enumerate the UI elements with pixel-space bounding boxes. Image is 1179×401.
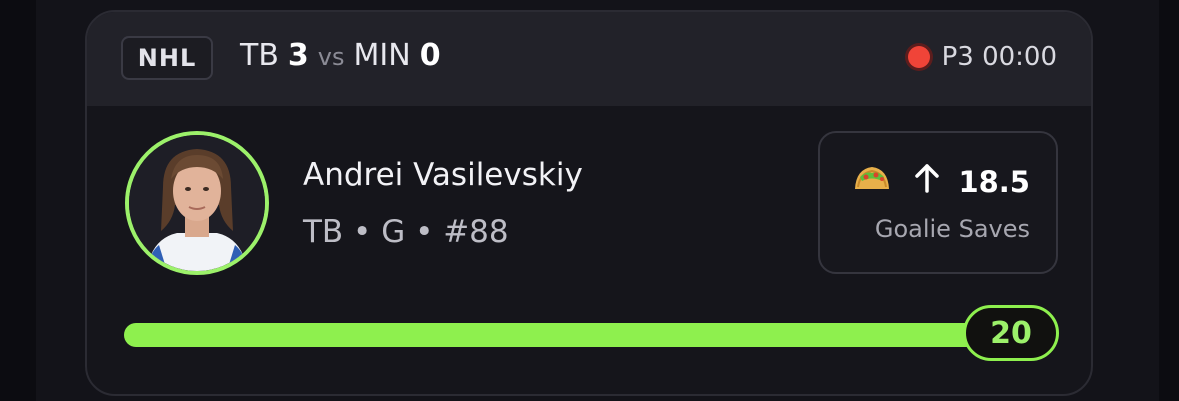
pick-line-row: 18.5 — [852, 163, 1030, 200]
player-meta: TB • G • #88 — [303, 214, 509, 250]
pick-line-value: 18.5 — [958, 164, 1030, 199]
away-score: 0 — [419, 38, 441, 73]
game-status: P3 00:00 — [907, 42, 1057, 72]
progress-fill — [124, 323, 1024, 347]
player-prop-card[interactable]: NHL TB 3 vs MIN 0 P3 00:00 Andrei Vasile… — [85, 10, 1093, 396]
background-right — [1159, 0, 1179, 401]
league-badge: NHL — [121, 36, 213, 80]
progress-value-badge: 20 — [963, 305, 1059, 361]
away-team: MIN — [353, 38, 411, 73]
player-name: Andrei Vasilevskiy — [303, 157, 583, 193]
game-clock: P3 00:00 — [941, 42, 1057, 72]
home-score: 3 — [287, 38, 309, 73]
game-header: NHL TB 3 vs MIN 0 P3 00:00 — [87, 12, 1091, 106]
live-indicator-icon — [907, 46, 930, 68]
background-left — [0, 0, 36, 401]
taco-icon — [852, 163, 892, 200]
home-team: TB — [240, 38, 279, 73]
progress-track — [124, 323, 1024, 347]
pick-stat-label: Goalie Saves — [874, 215, 1030, 243]
player-headshot-icon — [129, 135, 265, 271]
pick-box[interactable]: 18.5 Goalie Saves — [818, 131, 1058, 274]
vs-label: vs — [317, 43, 345, 71]
player-avatar — [125, 131, 269, 275]
game-score: TB 3 vs MIN 0 — [240, 38, 441, 82]
arrow-up-icon — [914, 163, 940, 200]
